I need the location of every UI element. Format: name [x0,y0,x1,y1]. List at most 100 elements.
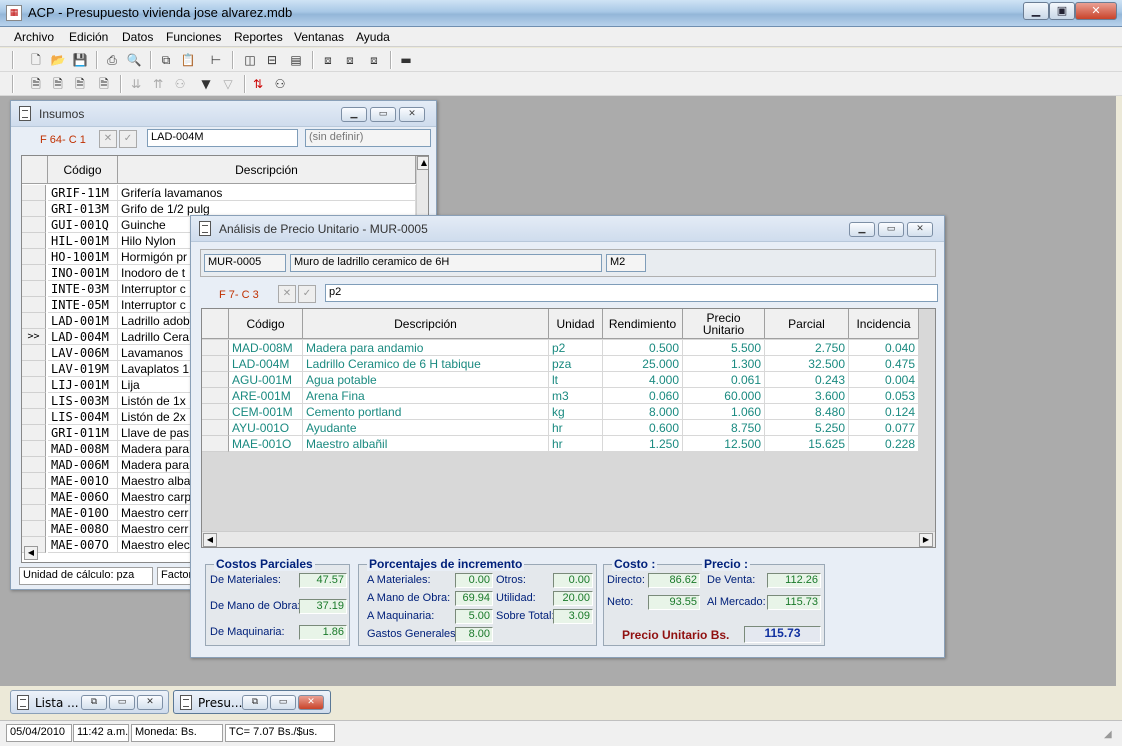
scroll-right-icon[interactable]: ▶ [919,533,933,547]
row-selector[interactable] [202,388,229,404]
row-selector[interactable] [22,425,46,441]
row-selector[interactable] [202,436,229,452]
cell-descripcion[interactable]: Ladrillo Ceramico de 6 H tabique [303,356,549,372]
menu-ayuda[interactable]: Ayuda [356,30,390,44]
column-header-codigo[interactable]: Código [48,156,118,184]
apu-minimize-button[interactable]: ▁ [849,222,875,237]
task-lista[interactable]: Lista ... ⧉ ▭ ✕ [10,690,169,714]
save-icon[interactable]: 💾 [72,52,88,68]
row-selector[interactable] [22,521,46,537]
cell-codigo[interactable]: MAE-010O [48,505,118,521]
cell-codigo[interactable]: LAD-001M [48,313,118,329]
row-selector[interactable] [22,441,46,457]
row-selector[interactable] [22,313,46,329]
task-lista-maximize-button[interactable]: ▭ [109,695,135,710]
new-file-icon[interactable]: 🗋 [28,52,44,68]
cell-codigo[interactable]: LAD-004M [48,329,118,345]
row-selector[interactable] [22,233,46,249]
sort-az-icon[interactable]: ⇅ [250,76,266,92]
row-selector[interactable] [22,249,46,265]
apu-close-button[interactable]: ✕ [907,222,933,237]
cell-rendimiento[interactable]: 25.000 [603,356,683,372]
row-selector[interactable] [22,217,46,233]
cell-parcial[interactable]: 3.600 [765,388,849,404]
insumos-minimize-button[interactable]: ▁ [341,107,367,122]
cell-codigo[interactable]: MAD-008M [48,441,118,457]
row-selector[interactable] [22,281,46,297]
cell-unidad[interactable]: p2 [549,340,603,356]
cell-descripcion[interactable]: Arena Fina [303,388,549,404]
close-button[interactable]: ✕ [1075,2,1117,20]
delete-row-icon[interactable]: ⇈ [150,76,166,92]
cell-parcial[interactable]: 5.250 [765,420,849,436]
apu-edit-input[interactable]: p2 [325,284,938,302]
cell-parcial[interactable]: 32.500 [765,356,849,372]
cell-codigo[interactable]: LAD-004M [229,356,303,372]
row-selector[interactable] [22,265,46,281]
cell-codigo[interactable]: GRI-013M [48,201,118,217]
confirm-edit-icon[interactable]: ✓ [298,285,316,303]
cell-descripcion[interactable]: Ayudante [303,420,549,436]
cell-incidencia[interactable]: 0.475 [849,356,919,372]
cell-codigo[interactable]: LAV-006M [48,345,118,361]
cell-precio-unitario[interactable]: 12.500 [683,436,765,452]
cell-precio-unitario[interactable]: 0.061 [683,372,765,388]
cell-codigo[interactable]: LIS-004M [48,409,118,425]
column-header-rendimiento[interactable]: Rendimiento [603,309,683,339]
column-header-descripcion[interactable]: Descripción [118,156,416,184]
cell-rendimiento[interactable]: 0.600 [603,420,683,436]
row-selector[interactable] [202,356,229,372]
maximize-button[interactable]: ▣ [1049,2,1075,20]
tree-icon[interactable]: ⊢ [208,52,224,68]
cell-codigo[interactable]: MAE-001O [48,473,118,489]
cancel-edit-icon[interactable]: ✕ [99,130,117,148]
row-selector[interactable] [202,404,229,420]
menu-funciones[interactable]: Funciones [166,30,221,44]
insumos-code-input[interactable]: LAD-004M [147,129,298,147]
task-lista-close-button[interactable]: ✕ [137,695,163,710]
cell-descripcion[interactable]: Maestro albañil [303,436,549,452]
cell-precio-unitario[interactable]: 1.060 [683,404,765,420]
cell-unidad[interactable]: hr [549,436,603,452]
copy-icon[interactable]: ⧉ [158,52,174,68]
scroll-left-icon[interactable]: ◀ [203,533,217,547]
column-header-unidad[interactable]: Unidad [549,309,603,339]
minimize-button[interactable]: ▁ [1023,2,1049,20]
cell-codigo[interactable]: GRIF-11M [48,185,118,201]
scroll-left-icon[interactable]: ◀ [24,546,38,560]
cascade-icon[interactable]: ▤ [288,52,304,68]
tile-horizontal-icon[interactable]: ⊟ [264,52,280,68]
column-header-incidencia[interactable]: Incidencia [849,309,919,339]
row-selector[interactable] [22,393,46,409]
apu-restore-button[interactable]: ▭ [878,222,904,237]
cell-codigo[interactable]: CEM-001M [229,404,303,420]
cell-codigo[interactable]: LAV-019M [48,361,118,377]
row-selector[interactable] [202,340,229,356]
insumos-type-select[interactable]: (sin definir) [305,129,431,147]
cell-codigo[interactable]: MAE-001O [229,436,303,452]
insumos-restore-button[interactable]: ▭ [370,107,396,122]
row-selector[interactable] [22,361,46,377]
cell-precio-unitario[interactable]: 60.000 [683,388,765,404]
cell-codigo[interactable]: HO-1001M [48,249,118,265]
cell-codigo[interactable]: MAE-008O [48,521,118,537]
cell-unidad[interactable]: kg [549,404,603,420]
cell-incidencia[interactable]: 0.077 [849,420,919,436]
open-folder-icon[interactable]: 📂 [50,52,66,68]
row-selector[interactable] [22,345,46,361]
column-header-parcial[interactable]: Parcial [765,309,849,339]
cell-parcial[interactable]: 2.750 [765,340,849,356]
cell-parcial[interactable]: 8.480 [765,404,849,420]
confirm-edit-icon[interactable]: ✓ [119,130,137,148]
cell-rendimiento[interactable]: 8.000 [603,404,683,420]
paste-icon[interactable]: 📋 [180,52,196,68]
print-preview-icon[interactable]: 🔍 [126,52,142,68]
window-3-icon[interactable]: ⧈ [366,52,382,68]
apu-horizontal-scrollbar[interactable]: ◀ ▶ [202,531,935,547]
row-selector[interactable]: >> [22,329,46,345]
print-icon[interactable]: ⎙ [104,52,120,68]
cell-unidad[interactable]: lt [549,372,603,388]
tile-vertical-icon[interactable]: ◫ [242,52,258,68]
menu-datos[interactable]: Datos [122,30,153,44]
window-2-icon[interactable]: ⧈ [342,52,358,68]
